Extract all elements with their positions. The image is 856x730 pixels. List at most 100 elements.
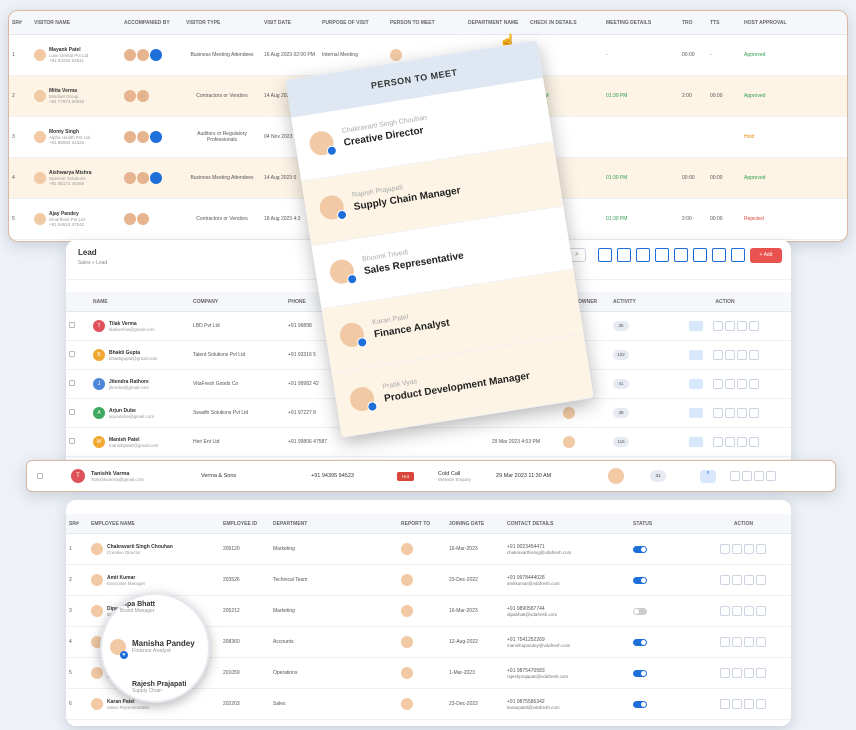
delete-icon[interactable] <box>737 350 747 360</box>
edit-icon[interactable] <box>731 637 742 647</box>
user-icon[interactable] <box>636 248 650 262</box>
delete-icon[interactable] <box>737 379 747 389</box>
edit-icon[interactable] <box>713 350 723 360</box>
more-icon[interactable] <box>766 471 777 481</box>
more-icon[interactable] <box>749 321 759 331</box>
more-icon[interactable] <box>749 408 759 418</box>
call-button[interactable]: ⌕ <box>700 469 717 483</box>
lead-checkbox-cell[interactable] <box>66 409 90 417</box>
lead-phone: +91 94395 94523 <box>311 473 354 479</box>
edit-icon[interactable] <box>731 699 742 709</box>
view-icon[interactable] <box>743 544 754 554</box>
more-companions-badge[interactable] <box>150 172 162 184</box>
print-icon[interactable] <box>731 248 745 262</box>
status-toggle[interactable] <box>633 700 647 708</box>
employee-col-header: REPORT TO <box>401 520 431 527</box>
mail-icon[interactable] <box>674 248 688 262</box>
status-toggle[interactable] <box>633 576 647 584</box>
view-icon[interactable] <box>725 321 735 331</box>
edit-icon[interactable] <box>731 575 742 585</box>
view-icon[interactable] <box>743 637 754 647</box>
edit-icon[interactable] <box>713 379 723 389</box>
visitor-avatar <box>34 213 46 225</box>
edit-icon[interactable] <box>731 544 742 554</box>
edit-icon[interactable] <box>713 321 723 331</box>
chart-icon[interactable] <box>719 699 730 709</box>
breadcrumb-lead[interactable]: Lead <box>96 260 107 266</box>
edit-icon[interactable] <box>731 606 742 616</box>
edit-icon[interactable] <box>713 408 723 418</box>
employee-row[interactable]: 2 Amit Kumar Executive Manager 203526 Techni… <box>66 565 791 596</box>
call-button[interactable] <box>689 321 703 331</box>
more-icon[interactable] <box>749 350 759 360</box>
delete-icon[interactable] <box>737 321 747 331</box>
magnifier-below: Rajesh Prajapati Supply Chain <box>132 681 186 694</box>
edit-icon[interactable] <box>730 471 741 481</box>
employee-name-cell: Chakravarti Singh Chouhan Creative Direct… <box>88 543 220 555</box>
row-checkbox[interactable] <box>69 380 75 386</box>
call-button[interactable] <box>689 379 703 389</box>
more-icon[interactable] <box>749 379 759 389</box>
status-toggle[interactable] <box>633 638 647 646</box>
lead-checkbox-cell[interactable] <box>66 438 90 446</box>
delete-icon[interactable] <box>755 606 766 616</box>
view-icon[interactable] <box>743 575 754 585</box>
delete-icon[interactable] <box>755 544 766 554</box>
breadcrumb-sales[interactable]: Sales <box>78 260 91 266</box>
call-button[interactable] <box>689 350 703 360</box>
view-icon[interactable] <box>743 606 754 616</box>
view-icon[interactable] <box>743 699 754 709</box>
call-button[interactable] <box>689 437 703 447</box>
star-icon[interactable] <box>617 248 631 262</box>
visit-purpose: Internal Meeting <box>322 52 358 58</box>
edit-icon[interactable] <box>731 668 742 678</box>
more-icon[interactable] <box>749 437 759 447</box>
lead-checkbox-cell[interactable] <box>66 380 90 388</box>
row-checkbox[interactable] <box>69 351 75 357</box>
delete-icon[interactable] <box>754 471 765 481</box>
more-companions-badge[interactable] <box>150 49 162 61</box>
view-icon[interactable] <box>725 408 735 418</box>
status-toggle[interactable] <box>633 669 647 677</box>
delete-icon[interactable] <box>755 668 766 678</box>
chart-icon[interactable] <box>719 637 730 647</box>
eye-icon[interactable] <box>693 248 707 262</box>
doc-icon[interactable] <box>655 248 669 262</box>
report-to-avatar <box>401 667 413 679</box>
lead-row[interactable]: M Manish Patel manishpatel@gmail.com Heri E… <box>66 428 791 457</box>
report-to-avatar <box>401 543 413 555</box>
chart-icon[interactable] <box>719 544 730 554</box>
edit-icon[interactable] <box>713 437 723 447</box>
row-checkbox[interactable] <box>69 409 75 415</box>
call-button[interactable] <box>689 408 703 418</box>
chart-icon[interactable] <box>719 606 730 616</box>
magnifier-below-name: Rajesh Prajapati <box>132 681 187 688</box>
delete-icon[interactable] <box>737 437 747 447</box>
status-toggle[interactable] <box>633 607 647 615</box>
export-icon[interactable] <box>712 248 726 262</box>
delete-icon[interactable] <box>755 699 766 709</box>
filter-icon[interactable] <box>598 248 612 262</box>
delete-icon[interactable] <box>755 637 766 647</box>
status-toggle[interactable] <box>633 545 647 553</box>
meeting-details: - <box>606 52 608 58</box>
lead-owner-cell <box>560 407 610 419</box>
view-icon[interactable] <box>725 379 735 389</box>
lead-checkbox-cell[interactable] <box>66 322 90 330</box>
view-icon[interactable] <box>742 471 753 481</box>
view-icon[interactable] <box>743 668 754 678</box>
row-checkbox[interactable] <box>69 322 75 328</box>
row-checkbox[interactable] <box>69 438 75 444</box>
view-icon[interactable] <box>725 350 735 360</box>
chart-icon[interactable] <box>719 668 730 678</box>
more-companions-badge[interactable] <box>150 131 162 143</box>
delete-icon[interactable] <box>755 575 766 585</box>
view-icon[interactable] <box>725 437 735 447</box>
row-checkbox[interactable] <box>37 473 43 479</box>
add-lead-button[interactable]: + Add <box>750 248 782 263</box>
delete-icon[interactable] <box>737 408 747 418</box>
chart-icon[interactable] <box>719 575 730 585</box>
lead-checkbox-cell[interactable] <box>66 351 90 359</box>
employee-row[interactable]: 1 Chakravarti Singh Chouhan Creative Direc… <box>66 534 791 565</box>
highlighted-lead-row[interactable]: T Tanishk Varma Tanishkvarma@gmail.com V… <box>26 460 836 492</box>
